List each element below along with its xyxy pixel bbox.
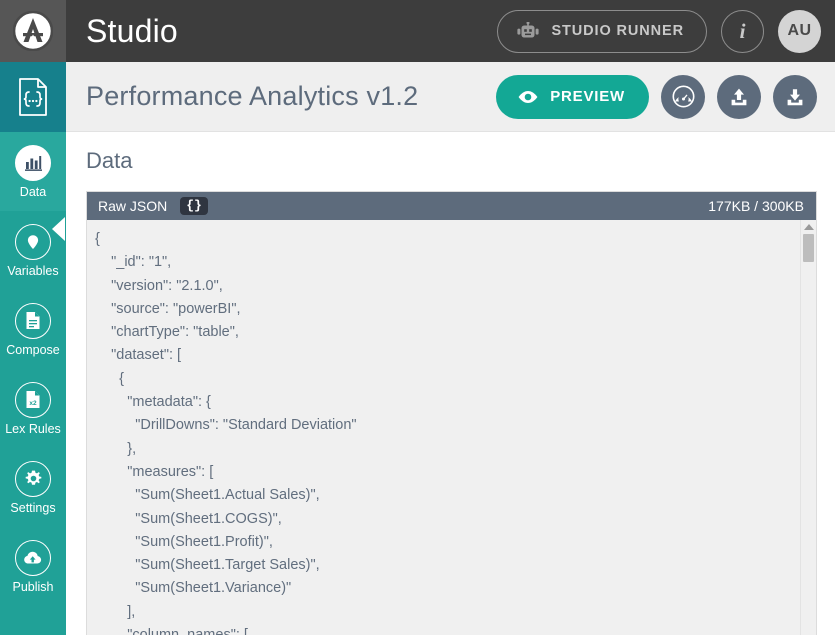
upload-icon xyxy=(728,86,750,108)
dashboard-gauge-button[interactable] xyxy=(661,75,705,119)
sidebar: Data Variables xyxy=(0,62,66,635)
scroll-up-arrow-icon[interactable] xyxy=(804,224,814,230)
studio-logo-button[interactable] xyxy=(0,0,66,62)
main-content: Performance Analytics v1.2 PREVIEW xyxy=(66,62,835,635)
svg-text:x2: x2 xyxy=(29,400,37,407)
preview-label: PREVIEW xyxy=(550,88,625,105)
studio-runner-button[interactable]: STUDIO RUNNER xyxy=(497,10,707,53)
raw-json-panel: Raw JSON {} 177KB / 300KB { "_id": "1", … xyxy=(86,191,817,635)
scroll-thumb[interactable] xyxy=(803,234,814,262)
page-title: Performance Analytics v1.2 xyxy=(86,81,418,112)
cloud-upload-icon xyxy=(15,540,51,576)
raw-json-editor[interactable]: { "_id": "1", "version": "2.1.0", "sourc… xyxy=(87,220,800,635)
rules-document-icon: x2 xyxy=(15,382,51,418)
sidebar-item-label: Variables xyxy=(7,265,58,278)
raw-json-toolbar: Raw JSON {} 177KB / 300KB xyxy=(87,192,816,220)
json-size-label: 177KB / 300KB xyxy=(708,198,804,214)
download-icon xyxy=(784,86,806,108)
sidebar-item-data[interactable]: Data xyxy=(0,132,66,211)
page-header-actions: PREVIEW xyxy=(496,75,817,119)
bar-chart-icon xyxy=(15,145,51,181)
sidebar-item-publish[interactable]: Publish xyxy=(0,527,66,606)
json-scrollbar[interactable] xyxy=(800,220,816,635)
header-actions: STUDIO RUNNER i AU xyxy=(497,10,835,53)
raw-json-body: { "_id": "1", "version": "2.1.0", "sourc… xyxy=(87,220,816,635)
sidebar-item-settings[interactable]: Settings xyxy=(0,448,66,527)
format-json-badge[interactable]: {} xyxy=(180,197,208,215)
app-title: Studio xyxy=(86,13,178,50)
sidebar-item-label: Compose xyxy=(6,344,60,357)
gear-icon xyxy=(15,461,51,497)
body: Data Variables xyxy=(0,62,835,635)
sidebar-item-label: Settings xyxy=(10,502,55,515)
download-button[interactable] xyxy=(773,75,817,119)
document-icon xyxy=(15,303,51,339)
upload-button[interactable] xyxy=(717,75,761,119)
data-section: Data Raw JSON {} 177KB / 300KB { "_id": … xyxy=(66,132,835,635)
info-button[interactable]: i xyxy=(721,10,764,53)
page-header: Performance Analytics v1.2 PREVIEW xyxy=(66,62,835,132)
sidebar-item-label: Lex Rules xyxy=(5,423,61,436)
preview-button[interactable]: PREVIEW xyxy=(496,75,649,119)
sidebar-item-label: Data xyxy=(20,186,46,199)
sidebar-item-compose[interactable]: Compose xyxy=(0,290,66,369)
gauge-icon xyxy=(672,85,695,108)
studio-runner-label: STUDIO RUNNER xyxy=(551,23,684,39)
raw-json-tab-label: Raw JSON xyxy=(98,198,167,214)
avatar[interactable]: AU xyxy=(778,10,821,53)
top-header: Studio STUDIO RUNNER i AU xyxy=(0,0,835,62)
studio-logo-icon xyxy=(13,11,53,51)
robot-icon xyxy=(516,22,540,41)
sidebar-brand-button[interactable] xyxy=(0,62,66,132)
location-pin-icon xyxy=(15,224,51,260)
info-icon: i xyxy=(740,19,746,44)
section-title: Data xyxy=(86,148,817,174)
sidebar-collapse-arrow[interactable] xyxy=(52,217,65,241)
sidebar-item-label: Publish xyxy=(13,581,54,594)
sidebar-item-lex-rules[interactable]: x2 Lex Rules xyxy=(0,369,66,448)
studio-app: Studio STUDIO RUNNER i AU xyxy=(0,0,835,635)
json-document-icon xyxy=(16,77,50,117)
avatar-initials: AU xyxy=(787,22,811,40)
eye-icon xyxy=(517,90,539,104)
